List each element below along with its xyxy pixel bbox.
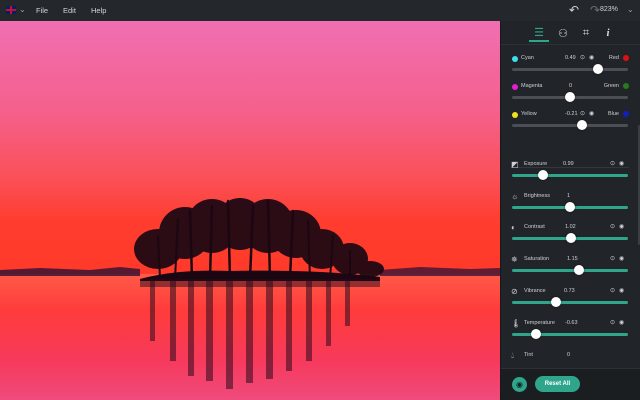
eye-icon[interactable]: ◉ xyxy=(619,319,624,328)
vibrance-slider-handle[interactable] xyxy=(551,297,562,307)
temperature-slider-handle[interactable] xyxy=(530,329,541,339)
compare-eye-button[interactable]: ◉ xyxy=(512,377,527,392)
panel-tabs: ☰ ⚇ ⌗ i xyxy=(501,21,640,45)
cyan-dot xyxy=(512,56,518,62)
redo-icon[interactable]: ↷ xyxy=(590,3,600,17)
magenta-dot xyxy=(512,84,518,90)
reset-icon[interactable]: ⊙ xyxy=(610,255,615,264)
menu-file[interactable]: File xyxy=(36,6,48,15)
cyan-red-slider-handle[interactable] xyxy=(593,64,604,74)
eye-icon[interactable]: ◉ xyxy=(619,223,624,232)
brightness-label: Brightness xyxy=(524,193,550,199)
cyan-red-slider-track[interactable] xyxy=(512,68,628,71)
cyan-label: Cyan xyxy=(521,55,534,61)
vibrance-icon: ⊘ xyxy=(511,287,518,296)
exposure-row: ◩ Exposure 0.99 ⊙ ◉ xyxy=(511,160,629,188)
yellow-dot xyxy=(512,112,518,118)
crop-icon[interactable]: ⌗ xyxy=(576,24,596,42)
exposure-value: 0.99 xyxy=(563,161,574,167)
saturation-row: ✵ Saturation 1.15 ⊙ ◉ xyxy=(511,255,629,283)
adjustments-panel: ☰ ⚇ ⌗ i Cyan 0.49 ⊙ ◉ Red Magenta 0 Gree… xyxy=(500,21,640,400)
image-canvas[interactable] xyxy=(0,21,500,400)
blue-label: Blue xyxy=(607,111,619,117)
saturation-slider-handle[interactable] xyxy=(573,265,584,275)
reset-icon[interactable]: ⊙ xyxy=(610,319,615,328)
tint-row: 💧︎ Tint 0 xyxy=(511,351,629,365)
uk-flag-icon[interactable] xyxy=(6,6,16,14)
cyan-red-value: 0.49 xyxy=(565,55,576,61)
reset-icon[interactable]: ⊙ xyxy=(610,223,615,232)
menu-help[interactable]: Help xyxy=(91,6,106,15)
yellow-blue-slider-track[interactable] xyxy=(512,124,628,127)
magenta-label: Magenta xyxy=(521,83,543,89)
reset-icon[interactable]: ⊙ xyxy=(610,160,615,169)
sunset-lake-photo xyxy=(0,21,500,400)
vibrance-slider-track[interactable] xyxy=(512,301,628,304)
eye-icon[interactable]: ◉ xyxy=(589,54,594,63)
reset-icon[interactable]: ⊙ xyxy=(580,110,585,119)
eye-icon[interactable]: ◉ xyxy=(619,287,624,296)
exposure-slider-handle[interactable] xyxy=(537,170,548,180)
exposure-slider-track[interactable] xyxy=(512,174,628,177)
contrast-row: ◐ Contrast 1.02 ⊙ ◉ xyxy=(511,223,629,251)
yellow-blue-slider-handle[interactable] xyxy=(577,120,588,130)
info-icon[interactable]: i xyxy=(598,24,618,42)
red-dot xyxy=(623,55,629,61)
magenta-green-row: Magenta 0 Green xyxy=(511,82,629,110)
green-label: Green xyxy=(603,83,619,89)
eye-icon[interactable]: ◉ xyxy=(619,255,624,264)
brightness-value: 1 xyxy=(567,193,571,199)
eye-icon: ◉ xyxy=(516,380,523,389)
temperature-label: Temperature xyxy=(524,320,555,326)
reset-icon[interactable]: ⊙ xyxy=(580,54,585,63)
temperature-value: -0.63 xyxy=(565,320,578,326)
saturation-label: Saturation xyxy=(524,256,550,262)
tint-label: Tint xyxy=(524,352,533,358)
color-circles-icon[interactable]: ⚇ xyxy=(553,24,573,42)
blue-dot xyxy=(623,111,629,117)
reset-icon[interactable]: ⊙ xyxy=(610,287,615,296)
exposure-label: Exposure xyxy=(524,161,548,167)
drop-icon: 💧︎ xyxy=(511,351,515,360)
exposure-icon: ◩ xyxy=(511,160,519,169)
zoom-level[interactable]: 823% xyxy=(600,6,618,13)
zoom-chevron-down-icon[interactable]: ⌄ xyxy=(627,5,634,14)
thermometer-icon: 🌡 xyxy=(511,319,522,328)
brightness-row: ☼ Brightness 1 xyxy=(511,192,629,220)
language-chevron-down-icon[interactable]: ⌄ xyxy=(19,5,26,14)
brightness-slider-handle[interactable] xyxy=(565,202,575,212)
yellow-blue-row: Yellow -0.21 ⊙ ◉ Blue xyxy=(511,110,629,138)
contrast-slider-handle[interactable] xyxy=(565,233,576,243)
undo-icon[interactable]: ↶ xyxy=(569,3,579,17)
eye-icon[interactable]: ◉ xyxy=(589,110,594,119)
temperature-row: 🌡 Temperature -0.63 ⊙ ◉ xyxy=(511,319,629,347)
contrast-label: Contrast xyxy=(524,224,545,230)
vibrance-label: Vibrance xyxy=(524,288,546,294)
cyan-red-row: Cyan 0.49 ⊙ ◉ Red xyxy=(511,54,629,82)
menu-edit[interactable]: Edit xyxy=(63,6,76,15)
sliders-icon[interactable]: ☰ xyxy=(529,24,549,42)
panel-footer: ◉ Reset All xyxy=(501,368,640,400)
eye-icon[interactable]: ◉ xyxy=(619,160,624,169)
tint-value: 0 xyxy=(567,352,571,358)
contrast-value: 1.02 xyxy=(565,224,576,230)
saturation-slider-track[interactable] xyxy=(512,269,628,272)
temperature-slider-track[interactable] xyxy=(512,333,628,336)
vibrance-row: ⊘ Vibrance 0.73 ⊙ ◉ xyxy=(511,287,629,315)
saturation-icon: ✵ xyxy=(511,255,518,264)
vibrance-value: 0.73 xyxy=(564,288,575,294)
sun-icon: ☼ xyxy=(511,192,519,201)
magenta-green-slider-handle[interactable] xyxy=(565,92,575,102)
yellow-blue-value: -0.21 xyxy=(565,111,578,117)
red-label: Red xyxy=(608,55,619,61)
top-menu-bar: ⌄ File Edit Help ↶ ↷ 823% ⌄ xyxy=(0,0,640,21)
reset-all-button[interactable]: Reset All xyxy=(535,376,580,392)
magenta-green-value: 0 xyxy=(569,83,573,89)
green-dot xyxy=(623,83,629,89)
contrast-icon: ◐ xyxy=(511,223,516,232)
yellow-label: Yellow xyxy=(521,111,537,117)
photo-editor-app: ⌄ File Edit Help ↶ ↷ 823% ⌄ ☰ ⚇ ⌗ i Cyan… xyxy=(0,0,640,400)
saturation-value: 1.15 xyxy=(567,256,578,262)
